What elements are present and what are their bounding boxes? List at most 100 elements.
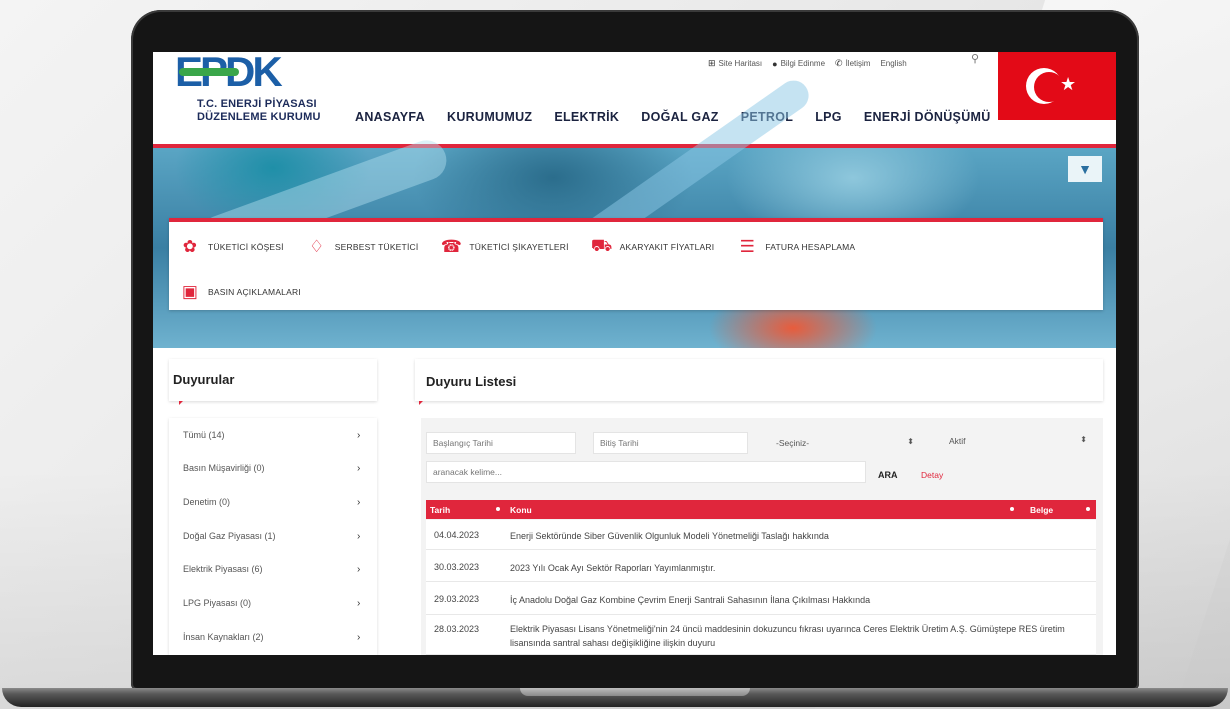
quick-links-row: ▣ BASIN AÇIKLAMALARI [179,282,301,302]
sidebar-item-label: Denetim (0) [183,497,231,507]
flag-star-icon: ★ [1060,74,1077,94]
sitemap-icon: ⊞ [708,58,716,68]
nav-item-dogal-gaz[interactable]: DOĞAL GAZ [641,110,718,124]
row-subject: İç Anadolu Doğal Gaz Kombine Çevrim Ener… [510,595,871,605]
quick-link-basin-aciklamalari[interactable]: ▣ BASIN AÇIKLAMALARI [179,282,301,302]
quick-link-serbest-tuketici[interactable]: ♢ SERBEST TÜKETİCİ [306,237,419,257]
nav-item-lpg[interactable]: LPG [815,110,842,124]
sidebar-item[interactable]: Basın Müşavirliği (0) [183,463,363,473]
chevron-right-icon: › [357,497,361,508]
row-date: 30.03.2023 [434,562,480,572]
main-title-box [415,359,1103,401]
select-caret-icon: ⬍ [1080,435,1087,444]
nav-item-anasayfa[interactable]: ANASAYFA [355,110,425,124]
turkey-flag: ★ [998,52,1116,120]
sidebar-item-label: İnsan Kaynakları (2) [183,632,264,642]
quick-link-tuketici-kosesi[interactable]: ✿ TÜKETİCİ KÖŞESİ [179,237,284,257]
chevron-right-icon: › [357,564,361,575]
fuel-icon: ⛟ [590,236,613,255]
phone-icon: ✆ [835,58,843,68]
page-title: Duyuru Listesi [426,374,517,389]
sidebar-item[interactable]: Doğal Gaz Piyasası (1) [183,531,363,541]
sidebar-title: Duyurular [173,372,235,387]
nav-item-elektrik[interactable]: ELEKTRİK [554,110,619,124]
site-header: EPDK T.C. ENERJİ PİYASASI DÜZENLEME KURU… [153,52,1116,148]
detail-link[interactable]: Detay [921,470,943,480]
select-caret-icon: ⬍ [907,437,914,446]
nav-item-enerji-donusumu[interactable]: ENERJİ DÖNÜŞÜMÜ [864,110,991,124]
tv-icon: ▣ [181,282,199,301]
sidebar-list: Tümü (14) › Basın Müşavirliği (0) › Dene… [169,418,377,655]
main-nav: ANASAYFA KURUMUMUZ ELEKTRİK DOĞAL GAZ PE… [355,110,991,124]
search-button[interactable]: ARA [878,470,898,480]
logo-line2: DÜZENLEME KURUMU [197,111,321,123]
quick-link-akaryakit-fiyatlari[interactable]: ⛟ AKARYAKIT FİYATLARI [591,236,715,258]
chevron-right-icon: › [357,463,361,474]
quick-link-tuketici-sikayetleri[interactable]: ☎ TÜKETİCİ ŞİKAYETLERİ [440,237,569,257]
column-header-doc[interactable]: Belge [1030,505,1053,515]
table-row[interactable]: 29.03.2023 İç Anadolu Doğal Gaz Kombine … [426,582,1096,615]
quick-link-label: TÜKETİCİ ŞİKAYETLERİ [469,242,569,252]
top-link-sitemap[interactable]: ⊞ Site Haritası [708,58,762,69]
sidebar-title-marker [179,401,183,405]
quick-link-label: AKARYAKIT FİYATLARI [619,242,715,252]
column-header-date[interactable]: Tarih [430,505,450,515]
laptop-notch [520,688,750,696]
sidebar-item[interactable]: Elektrik Piyasası (6) [183,564,363,574]
epdk-logo[interactable]: EPDK T.C. ENERJİ PİYASASI DÜZENLEME KURU… [175,52,325,128]
row-date: 29.03.2023 [434,594,480,604]
sidebar-item[interactable]: İnsan Kaynakları (2) [183,632,363,642]
row-subject: Enerji Sektöründe Siber Güvenlik Olgunlu… [510,531,829,541]
main-title-marker [419,401,423,405]
sidebar-item[interactable]: Tümü (14) [183,430,363,440]
column-header-subject[interactable]: Konu [510,505,532,515]
quick-links-panel: ✿ TÜKETİCİ KÖŞESİ ♢ SERBEST TÜKETİCİ ☎ T… [169,218,1103,310]
chevron-right-icon: › [357,632,361,643]
lightbulb-icon: ♢ [309,237,325,256]
sidebar-item-label: Basın Müşavirliği (0) [183,463,265,473]
sidebar-item[interactable]: Denetim (0) [183,497,363,507]
category-select[interactable]: -Seçiniz- ⬍ [770,432,920,454]
quick-links-row: ✿ TÜKETİCİ KÖŞESİ ♢ SERBEST TÜKETİCİ ☎ T… [179,236,855,258]
table-row[interactable]: 30.03.2023 2023 Yılı Ocak Ayı Sektör Rap… [426,550,1096,582]
row-subject: 2023 Yılı Ocak Ayı Sektör Raporları Yayı… [510,563,716,573]
info-icon: ● [772,58,778,69]
complaint-icon: ☎ [440,237,463,256]
quick-link-label: TÜKETİCİ KÖŞESİ [208,242,284,252]
people-icon: ✿ [182,237,198,256]
quick-link-label: BASIN AÇIKLAMALARI [208,287,301,297]
quick-link-label: SERBEST TÜKETİCİ [334,242,419,252]
row-date: 28.03.2023 [434,624,480,634]
search-input[interactable] [426,461,866,483]
top-link-label: English [880,59,907,68]
sidebar-item-label: Elektrik Piyasası (6) [183,564,263,574]
top-link-label: İletişim [845,59,871,68]
top-link-english[interactable]: English [880,59,906,68]
status-select[interactable]: Aktif ⬍ [943,430,1093,452]
chevron-down-icon[interactable]: ▼ [1068,156,1102,182]
sidebar-item-label: Tümü (14) [183,430,225,440]
row-subject: Elektrik Piyasası Lisans Yönetmeliği'nin… [510,624,1065,648]
category-select-value: -Seçiniz- [776,438,810,448]
quick-link-fatura-hesaplama[interactable]: ☰ FATURA HESAPLAMA [736,237,856,257]
logo-swoosh [179,68,239,76]
sort-dot-icon [1010,507,1014,511]
top-link-label: Bilgi Edinme [780,59,826,68]
status-select-value: Aktif [949,436,966,446]
end-date-input[interactable] [593,432,748,454]
chevron-right-icon: › [357,430,361,441]
top-link-info[interactable]: ● Bilgi Edinme [772,59,825,69]
logo-line1: T.C. ENERJİ PİYASASI [197,98,317,110]
sort-dot-icon [1086,507,1090,511]
table-row[interactable]: 04.04.2023 Enerji Sektöründe Siber Güven… [426,520,1096,550]
top-link-contact[interactable]: ✆ İletişim [835,58,870,69]
table-header: Tarih Konu Belge [426,500,1096,519]
sort-dot-icon [496,507,500,511]
search-icon[interactable]: ⚲ [971,52,979,65]
table-row[interactable]: 28.03.2023 Elektrik Piyasası Lisans Yöne… [426,615,1096,655]
nav-item-kurumumuz[interactable]: KURUMUMUZ [447,110,532,124]
start-date-input[interactable] [426,432,576,454]
sidebar-item[interactable]: LPG Piyasası (0) [183,598,363,608]
chevron-right-icon: › [357,531,361,542]
quick-link-label: FATURA HESAPLAMA [765,242,856,252]
